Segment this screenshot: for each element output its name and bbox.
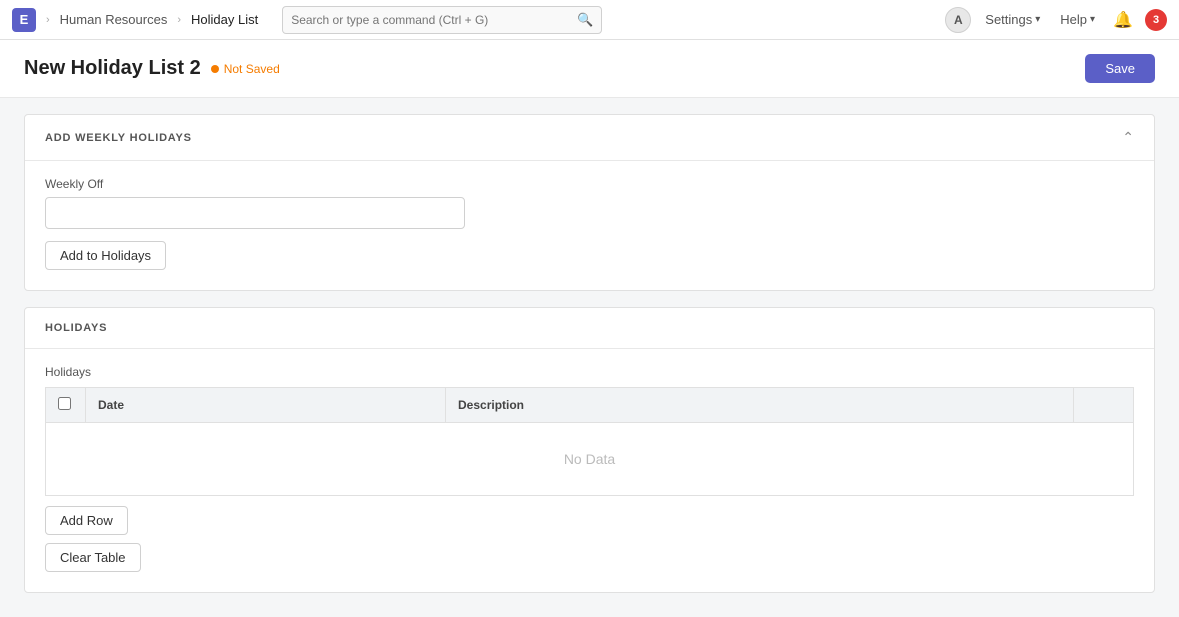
holidays-card: HOLIDAYS Holidays Date Description — [24, 307, 1155, 593]
no-data-cell: No Data — [46, 423, 1134, 496]
page-title: New Holiday List 2 — [24, 57, 201, 80]
weekly-off-input[interactable] — [45, 197, 465, 229]
collapse-icon[interactable]: ⌃ — [1122, 129, 1134, 146]
col-header-description: Description — [446, 388, 1074, 423]
weekly-holidays-form: Weekly Off Add to Holidays — [25, 161, 1154, 290]
main-content: ADD WEEKLY HOLIDAYS ⌃ Weekly Off Add to … — [0, 114, 1179, 617]
navbar: E › Human Resources › Holiday List 🔍 A S… — [0, 0, 1179, 40]
breadcrumb-holiday-list: Holiday List — [191, 12, 258, 27]
col-header-action — [1074, 388, 1134, 423]
save-button[interactable]: Save — [1085, 54, 1155, 83]
no-data-row: No Data — [46, 423, 1134, 496]
page-header: New Holiday List 2 Not Saved Save — [0, 40, 1179, 98]
weekly-holidays-card: ADD WEEKLY HOLIDAYS ⌃ Weekly Off Add to … — [24, 114, 1155, 291]
not-saved-label: Not Saved — [224, 62, 280, 76]
weekly-holidays-title: ADD WEEKLY HOLIDAYS — [45, 132, 192, 144]
weekly-holidays-header: ADD WEEKLY HOLIDAYS ⌃ — [25, 115, 1154, 161]
holidays-title: HOLIDAYS — [45, 322, 107, 334]
col-header-checkbox — [46, 388, 86, 423]
add-row-button[interactable]: Add Row — [45, 506, 128, 535]
settings-button[interactable]: Settings ▾ — [979, 9, 1046, 30]
notification-badge: 3 — [1145, 9, 1167, 31]
table-footer: Add Row Clear Table — [45, 496, 1134, 572]
search-icon: 🔍 — [577, 12, 593, 28]
not-saved-dot — [211, 65, 219, 73]
settings-caret: ▾ — [1035, 14, 1040, 25]
help-button[interactable]: Help ▾ — [1054, 9, 1101, 30]
holidays-header: HOLIDAYS — [25, 308, 1154, 349]
app-logo[interactable]: E — [12, 8, 36, 32]
not-saved-badge: Not Saved — [211, 62, 280, 76]
avatar[interactable]: A — [945, 7, 971, 33]
breadcrumb-chevron-1: › — [46, 14, 50, 26]
add-to-holidays-button[interactable]: Add to Holidays — [45, 241, 166, 270]
navbar-right: A Settings ▾ Help ▾ 🔔 3 — [945, 7, 1167, 33]
breadcrumb-chevron-2: › — [177, 14, 181, 26]
col-header-date: Date — [86, 388, 446, 423]
weekly-off-label: Weekly Off — [45, 177, 1134, 191]
holidays-section: Holidays Date Description No Data — [25, 349, 1154, 592]
breadcrumb-hr[interactable]: Human Resources — [60, 12, 168, 27]
holidays-table: Date Description No Data — [45, 387, 1134, 496]
search-box[interactable]: 🔍 — [282, 6, 602, 34]
search-input[interactable] — [291, 13, 577, 27]
page-title-row: New Holiday List 2 Not Saved — [24, 57, 280, 80]
clear-table-button[interactable]: Clear Table — [45, 543, 141, 572]
notifications-button[interactable]: 🔔 — [1109, 8, 1137, 32]
select-all-checkbox[interactable] — [58, 397, 71, 410]
holidays-label: Holidays — [45, 365, 1134, 379]
help-caret: ▾ — [1090, 14, 1095, 25]
